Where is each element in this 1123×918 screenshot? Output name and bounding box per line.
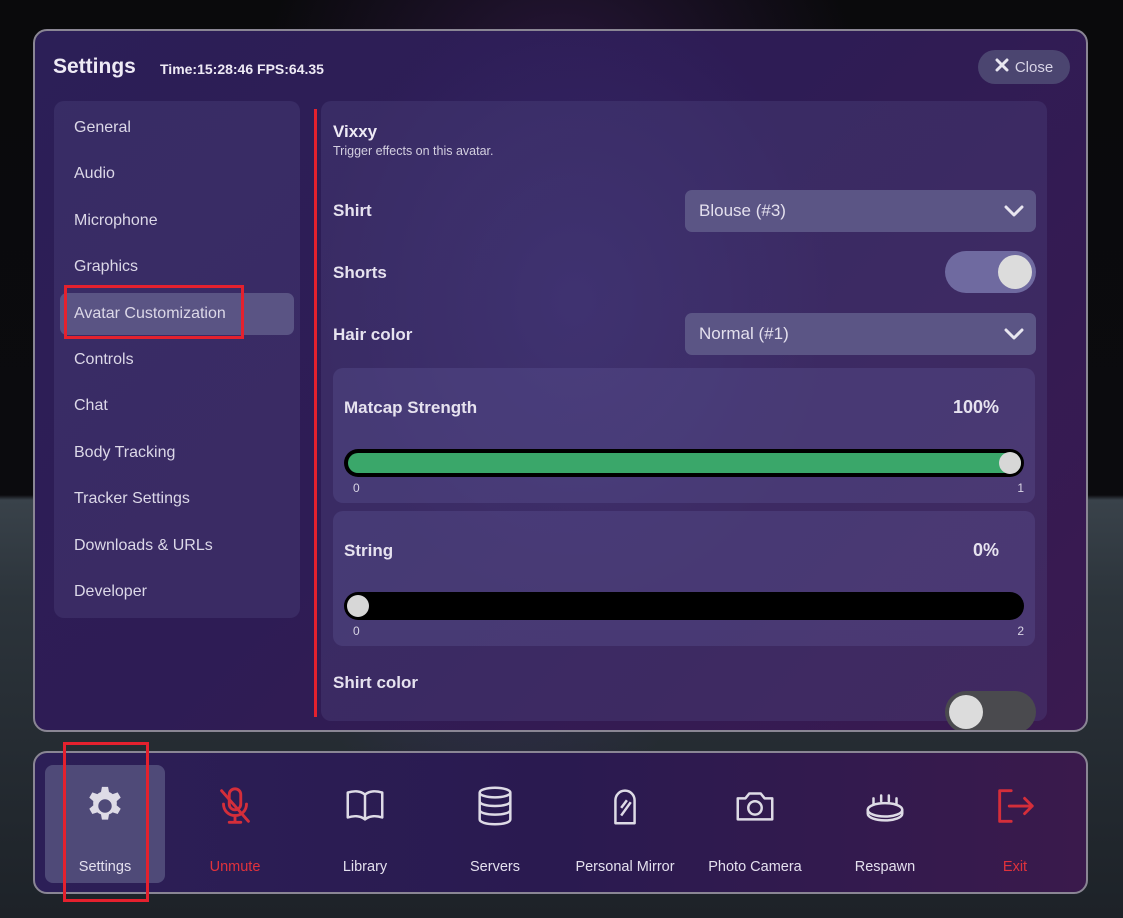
mirror-icon: [600, 783, 650, 829]
scroll-indicator-line: [314, 109, 317, 717]
settings-sidebar: General Audio Microphone Graphics Avatar…: [54, 101, 300, 618]
shorts-label: Shorts: [333, 263, 387, 282]
sidebar-item-developer[interactable]: Developer: [60, 571, 294, 613]
shirt-dropdown[interactable]: Blouse (#3): [685, 190, 1036, 232]
sidebar-item-audio[interactable]: Audio: [60, 153, 294, 195]
matcap-strength-card: Matcap Strength 100% 0 1: [333, 368, 1035, 503]
sidebar-item-label: Developer: [74, 582, 147, 600]
sidebar-item-microphone[interactable]: Microphone: [60, 200, 294, 242]
slider-max-label: 2: [1017, 624, 1024, 638]
hair-color-dropdown[interactable]: Normal (#1): [685, 313, 1036, 355]
sidebar-item-label: Chat: [74, 397, 108, 415]
exit-icon: [990, 783, 1040, 829]
sidebar-item-label: General: [74, 119, 131, 136]
avatar-description: Trigger effects on this avatar.: [333, 144, 494, 158]
sidebar-item-graphics[interactable]: Graphics: [60, 246, 294, 288]
avatar-name: Vixxy: [333, 122, 378, 141]
slider-max-label: 1: [1017, 481, 1024, 495]
close-button[interactable]: Close: [978, 50, 1070, 84]
microphone-muted-icon: [210, 783, 260, 829]
close-icon: [995, 58, 1009, 76]
string-card: String 0% 0 2: [333, 511, 1035, 646]
time-fps-readout: Time:15:28:46 FPS:64.35: [160, 61, 324, 77]
sidebar-item-label: Controls: [74, 350, 134, 368]
book-icon: [340, 783, 390, 829]
shirt-dropdown-value: Blouse (#3): [699, 201, 786, 220]
sidebar-item-downloads-urls[interactable]: Downloads & URLs: [60, 525, 294, 567]
string-label: String: [344, 541, 394, 560]
taskbar-label: Servers: [470, 859, 520, 875]
toggle-knob: [949, 695, 983, 729]
shirt-color-label: Shirt color: [333, 673, 419, 692]
sidebar-item-label: Avatar Customization: [74, 304, 226, 322]
matcap-strength-label: Matcap Strength: [344, 398, 478, 417]
personal-mirror-button[interactable]: Personal Mirror: [565, 765, 685, 883]
taskbar-label: Photo Camera: [708, 859, 802, 875]
sidebar-item-label: Audio: [74, 165, 115, 183]
exit-button[interactable]: Exit: [955, 765, 1075, 883]
settings-panel: Settings Time:15:28:46 FPS:64.35 Close G…: [33, 29, 1088, 732]
sidebar-item-general[interactable]: General: [60, 107, 294, 149]
library-button[interactable]: Library: [305, 765, 425, 883]
matcap-strength-value: 100%: [952, 397, 999, 417]
respawn-icon: [860, 783, 910, 829]
taskbar-label: Personal Mirror: [575, 859, 675, 875]
slider-thumb[interactable]: [347, 595, 369, 617]
photo-camera-button[interactable]: Photo Camera: [695, 765, 815, 883]
slider-min-label: 0: [353, 624, 360, 638]
shirt-label: Shirt: [333, 201, 372, 220]
chevron-down-icon: [1004, 328, 1024, 340]
avatar-customization-content: Vixxy Trigger effects on this avatar. Sh…: [321, 101, 1047, 730]
sidebar-item-label: Graphics: [74, 258, 139, 276]
settings-button[interactable]: Settings: [45, 765, 165, 883]
taskbar-label: Settings: [78, 859, 132, 875]
taskbar-label: Exit: [1002, 859, 1028, 875]
taskbar-label: Unmute: [209, 859, 261, 875]
sidebar-item-label: Microphone: [74, 211, 158, 229]
taskbar-label: Respawn: [854, 859, 916, 875]
sidebar-item-tracker-settings[interactable]: Tracker Settings: [60, 478, 294, 520]
hair-color-dropdown-value: Normal (#1): [699, 324, 789, 343]
page-title: Settings: [53, 55, 136, 78]
quick-menu-bar: Settings Unmute Library Servers Personal…: [33, 751, 1088, 894]
database-icon: [470, 783, 520, 829]
slider-thumb[interactable]: [999, 452, 1021, 474]
sidebar-item-controls[interactable]: Controls: [60, 339, 294, 381]
taskbar-label: Library: [342, 859, 388, 875]
string-slider[interactable]: [344, 592, 1024, 620]
matcap-strength-slider[interactable]: [344, 449, 1024, 477]
servers-button[interactable]: Servers: [435, 765, 555, 883]
slider-min-label: 0: [353, 481, 360, 495]
sidebar-item-chat[interactable]: Chat: [60, 385, 294, 427]
slider-fill: [348, 453, 1021, 473]
sidebar-item-body-tracking[interactable]: Body Tracking: [60, 432, 294, 474]
unmute-button[interactable]: Unmute: [175, 765, 295, 883]
sidebar-item-label: Body Tracking: [74, 443, 176, 461]
sidebar-item-label: Tracker Settings: [74, 490, 190, 508]
gear-icon: [80, 783, 130, 829]
respawn-button[interactable]: Respawn: [825, 765, 945, 883]
hair-color-label: Hair color: [333, 325, 413, 344]
sidebar-item-avatar-customization[interactable]: Avatar Customization: [60, 292, 294, 335]
chevron-down-icon: [1004, 205, 1024, 217]
camera-icon: [730, 783, 780, 829]
shirt-color-toggle[interactable]: [945, 691, 1036, 730]
sidebar-item-label: Downloads & URLs: [74, 536, 213, 554]
shorts-toggle[interactable]: [945, 251, 1036, 293]
toggle-knob: [998, 255, 1032, 289]
string-value: 0%: [972, 540, 999, 560]
close-label: Close: [1014, 58, 1054, 76]
